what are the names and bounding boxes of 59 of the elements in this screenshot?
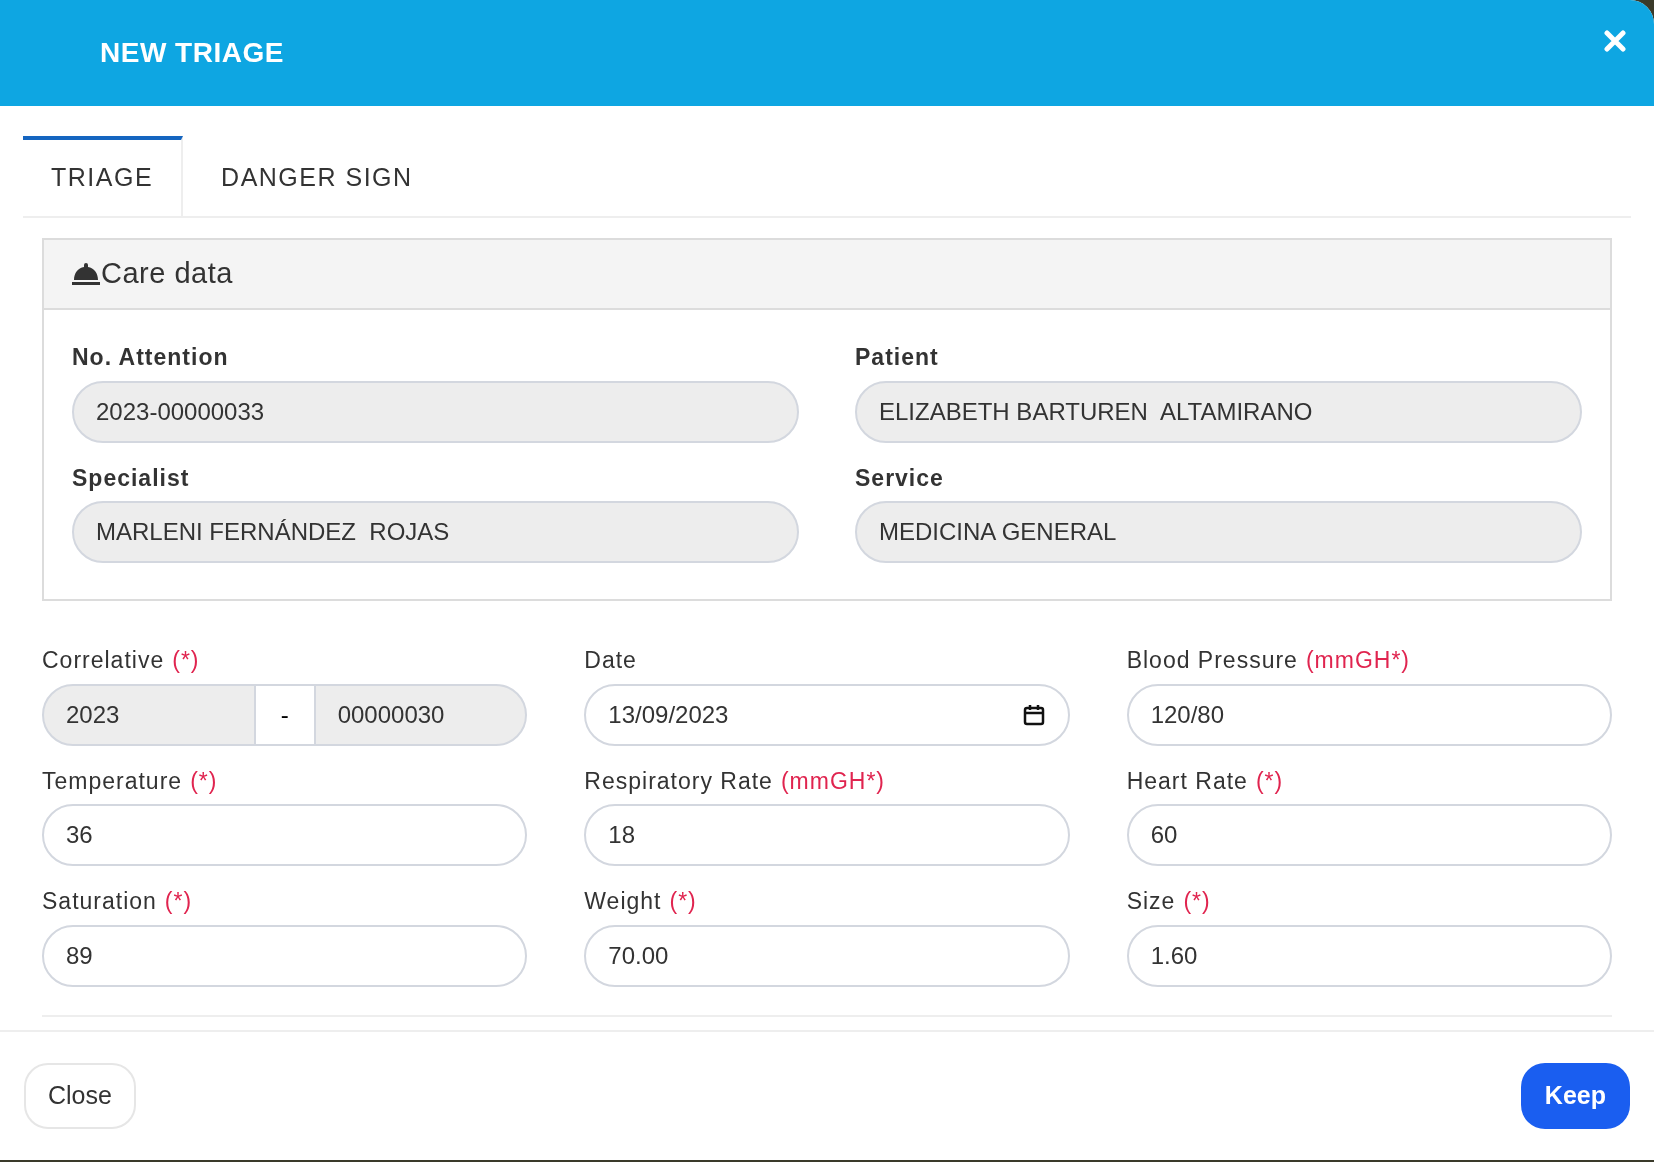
field-value: 00000030 [337, 699, 445, 730]
field-value: 13/09/2023 [608, 699, 729, 730]
field-label: Temperature [42, 766, 183, 796]
input-field[interactable]: MEDICINA GENERAL [855, 501, 1582, 563]
field-label: Patient [855, 344, 939, 370]
field-label: No. Attention [72, 344, 229, 370]
tab[interactable]: DANGER SIGN [183, 136, 451, 216]
field-label: Size [1126, 887, 1176, 916]
close-icon[interactable] [1604, 30, 1626, 52]
required-note: (*) [190, 766, 218, 796]
field-label: Blood Pressure [1126, 646, 1298, 675]
field-label: Respiratory Rate [584, 766, 773, 796]
required-note: (mmGH*) [1305, 646, 1410, 675]
input-field[interactable]: 60 [1126, 804, 1612, 866]
input-field[interactable]: 2023-00000033 [72, 380, 799, 443]
input-field[interactable]: 70.00 [584, 924, 1070, 987]
field-value: 18 [608, 820, 636, 850]
field-value: 120/80 [1150, 699, 1225, 730]
field-value: 60 [1150, 820, 1178, 850]
field-label: Service [855, 464, 944, 491]
bell-icon [71, 262, 101, 286]
separator-text: - [280, 699, 289, 730]
field-label: Date [584, 646, 637, 675]
number-field[interactable]: 00000030 [313, 683, 528, 746]
close-button[interactable]: Close [24, 1063, 136, 1129]
field-value: MEDICINA GENERAL [879, 517, 1117, 547]
required-note: (*) [164, 887, 193, 916]
input-field[interactable]: 36 [42, 804, 528, 866]
input-field[interactable]: MARLENI FERNÁNDEZ ROJAS [72, 501, 799, 563]
field-label: Heart Rate [1126, 766, 1248, 796]
input-field[interactable]: 18 [584, 804, 1070, 866]
required-note: (*) [1183, 887, 1211, 916]
date-field[interactable]: 13/09/2023 [584, 683, 1070, 746]
field-value: 70.00 [608, 940, 669, 971]
field-label: Saturation [42, 887, 157, 916]
field-value: 36 [66, 820, 93, 850]
field-label: Weight [584, 887, 662, 916]
keep-button[interactable]: Keep [1520, 1063, 1630, 1129]
field-value: 89 [66, 940, 93, 971]
field-label: Correlative [42, 646, 165, 675]
calendar-icon[interactable] [1021, 702, 1046, 727]
card-title: Care data [101, 256, 233, 292]
field-value: ELIZABETH BARTUREN ALTAMIRANO [879, 396, 1313, 427]
field-value: 1.60 [1150, 940, 1198, 971]
required-note: (*) [172, 646, 200, 675]
tab[interactable]: TRIAGE [23, 136, 184, 216]
field-value: 2023-00000033 [96, 396, 265, 427]
field-label: Specialist [72, 464, 190, 491]
input-field[interactable]: 120/80 [1126, 683, 1612, 746]
field-value: MARLENI FERNÁNDEZ ROJAS [96, 517, 450, 547]
field-value: 2023 [66, 699, 120, 730]
input-field[interactable]: 1.60 [1126, 924, 1612, 987]
required-note: (*) [669, 887, 697, 916]
dialog-title: NEW TRIAGE [100, 36, 284, 70]
year-field[interactable]: 2023 [42, 683, 256, 746]
input-field[interactable]: 89 [42, 924, 528, 987]
input-field[interactable]: ELIZABETH BARTUREN ALTAMIRANO [855, 380, 1582, 443]
required-note: (mmGH*) [780, 766, 885, 796]
required-note: (*) [1255, 766, 1284, 796]
